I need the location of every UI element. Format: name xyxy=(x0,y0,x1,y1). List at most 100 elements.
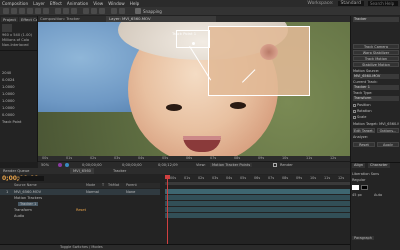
pen-tool-icon[interactable] xyxy=(63,8,69,14)
track-point-handle[interactable] xyxy=(192,42,195,45)
transform-label[interactable]: Transform xyxy=(14,208,32,212)
toggle-switches-modes-button[interactable]: Toggle Switches / Modes xyxy=(60,245,103,249)
tab-mvi-6560[interactable]: MVI_6560 xyxy=(70,168,95,174)
render-checkbox[interactable] xyxy=(273,163,277,167)
zoom-dropdown[interactable]: 50% xyxy=(41,163,49,167)
layer-duration-bar[interactable] xyxy=(165,189,350,194)
list-item[interactable]: 0.0000 xyxy=(2,113,15,117)
tab-paragraph[interactable]: Paragraph xyxy=(352,236,374,240)
selection-tool-icon[interactable] xyxy=(3,8,9,14)
menu-window[interactable]: Window xyxy=(108,1,125,6)
eraser-tool-icon[interactable] xyxy=(99,8,105,14)
checkbox[interactable] xyxy=(353,115,356,119)
color-marker-icon[interactable] xyxy=(65,163,69,167)
fill-color-swatch[interactable] xyxy=(352,185,359,190)
workspace-select[interactable]: Standard xyxy=(337,1,364,6)
list-item[interactable]: 1.0000 xyxy=(2,92,15,96)
playhead-line[interactable] xyxy=(167,175,168,250)
roto-brush-tool-icon[interactable] xyxy=(111,8,117,14)
col-source-name[interactable]: Source Name xyxy=(14,183,37,187)
audio-label[interactable]: Audio xyxy=(14,214,24,218)
rotate-tool-icon[interactable] xyxy=(27,8,33,14)
timeline-track-area[interactable] xyxy=(165,174,350,250)
tab-render-queue[interactable]: Render Queue xyxy=(0,168,33,174)
list-item[interactable]: 2040 xyxy=(2,71,11,75)
checkbox[interactable] xyxy=(353,109,356,113)
view-dropdown[interactable]: Motion Tracker Points xyxy=(210,163,253,167)
mask-tool-icon[interactable] xyxy=(55,8,61,14)
list-item[interactable]: Track Point xyxy=(2,120,21,124)
timeline-search-input[interactable] xyxy=(20,176,44,181)
footage-frame[interactable]: Track Point 1 xyxy=(38,22,350,156)
render-label: Render xyxy=(280,163,293,167)
list-item[interactable]: 0.0024 xyxy=(2,78,15,82)
playhead-handle-icon[interactable] xyxy=(165,175,170,179)
tracker-search-region[interactable] xyxy=(208,26,310,96)
menu-help[interactable]: Help xyxy=(130,1,140,6)
ruler-tick: 00s xyxy=(42,156,49,160)
edit-target-button[interactable]: Edit Target... xyxy=(353,128,375,133)
scale-option[interactable]: Scale xyxy=(353,115,399,120)
project-panel: Project Effect Controls 960 x 540 (1.00)… xyxy=(0,16,38,162)
layer-mode[interactable]: Normal xyxy=(86,190,99,194)
zoom-tool-icon[interactable] xyxy=(19,8,25,14)
clone-tool-icon[interactable] xyxy=(91,8,97,14)
track-camera-button[interactable]: Track Camera xyxy=(353,44,399,49)
rotation-option[interactable]: Rotation xyxy=(353,109,399,114)
list-item[interactable]: 1.0000 xyxy=(2,106,15,110)
col-t[interactable]: T xyxy=(102,183,104,187)
timeline-navigator[interactable] xyxy=(165,182,350,185)
apply-button[interactable]: Apply xyxy=(377,142,399,147)
tracker-1-label[interactable]: Tracker 1 xyxy=(18,202,39,206)
current-time[interactable]: 0;00;00;00 xyxy=(82,163,102,167)
font-style-dropdown[interactable]: Regular xyxy=(352,178,365,182)
font-size-field[interactable]: 45 px xyxy=(352,193,362,197)
options-button[interactable]: Options... xyxy=(377,128,399,133)
viewer-controls: 50% 0;00;00;00 0;00;00;00 0;00;12;09 Vie… xyxy=(38,161,350,168)
camera-tool-icon[interactable] xyxy=(35,8,41,14)
color-marker-icon[interactable] xyxy=(58,163,62,167)
search-help-input[interactable] xyxy=(368,1,398,6)
leading-field[interactable]: Auto xyxy=(374,193,382,197)
layer-name[interactable]: MVI_6560.MOV xyxy=(14,190,41,194)
list-item[interactable]: 1.0000 xyxy=(2,85,15,89)
tab-project[interactable]: Project xyxy=(1,17,18,22)
duration-time[interactable]: 0;00;12;09 xyxy=(158,163,178,167)
position-option[interactable]: Position xyxy=(353,103,399,108)
type-tool-icon[interactable] xyxy=(71,8,77,14)
current-track-dropdown[interactable]: Tracker 1 xyxy=(353,85,399,90)
tab-tracker-comp[interactable]: Tracker xyxy=(110,168,130,174)
snapping-checkbox-icon[interactable] xyxy=(135,8,141,14)
tab-align[interactable]: Align xyxy=(352,163,366,168)
layer-parent[interactable]: None xyxy=(126,190,135,194)
tab-tracker[interactable]: Tracker xyxy=(353,17,399,22)
menu-animation[interactable]: Animation xyxy=(67,1,88,6)
property-row[interactable]: Audio xyxy=(0,213,160,219)
pan-behind-tool-icon[interactable] xyxy=(43,8,49,14)
menu-composition[interactable]: Composition xyxy=(2,1,28,6)
checkbox[interactable] xyxy=(353,103,356,107)
brush-tool-icon[interactable] xyxy=(83,8,89,14)
reset-button[interactable]: Reset xyxy=(353,142,375,147)
list-item[interactable]: 1.0000 xyxy=(2,99,15,103)
stroke-color-swatch[interactable] xyxy=(361,185,368,190)
transform-reset-link[interactable]: Reset xyxy=(76,208,86,212)
hand-tool-icon[interactable] xyxy=(11,8,17,14)
track-motion-button[interactable]: Track Motion xyxy=(353,56,399,61)
warp-stabilizer-button[interactable]: Warp Stabilizer xyxy=(353,50,399,55)
col-trkmat[interactable]: TrkMat xyxy=(108,183,119,187)
motion-source-dropdown[interactable]: MVI_6560.MOV xyxy=(353,74,399,79)
tab-character[interactable]: Character xyxy=(368,163,390,168)
puppet-tool-icon[interactable] xyxy=(119,8,125,14)
menu-effect[interactable]: Effect xyxy=(50,1,62,6)
col-parent[interactable]: Parent xyxy=(126,183,137,187)
tab-effect-controls[interactable]: Effect Controls xyxy=(19,17,37,22)
in-point-time[interactable]: 0;00;00;00 xyxy=(122,163,142,167)
menu-view[interactable]: View xyxy=(93,1,103,6)
motion-trackers-label[interactable]: Motion Trackers xyxy=(14,196,42,200)
font-family-dropdown[interactable]: Liberation Sans xyxy=(352,172,379,176)
menu-layer[interactable]: Layer xyxy=(33,1,45,6)
stabilize-motion-button[interactable]: Stabilize Motion xyxy=(353,62,399,67)
col-mode[interactable]: Mode xyxy=(86,183,95,187)
track-type-dropdown[interactable]: Transform xyxy=(353,96,399,101)
